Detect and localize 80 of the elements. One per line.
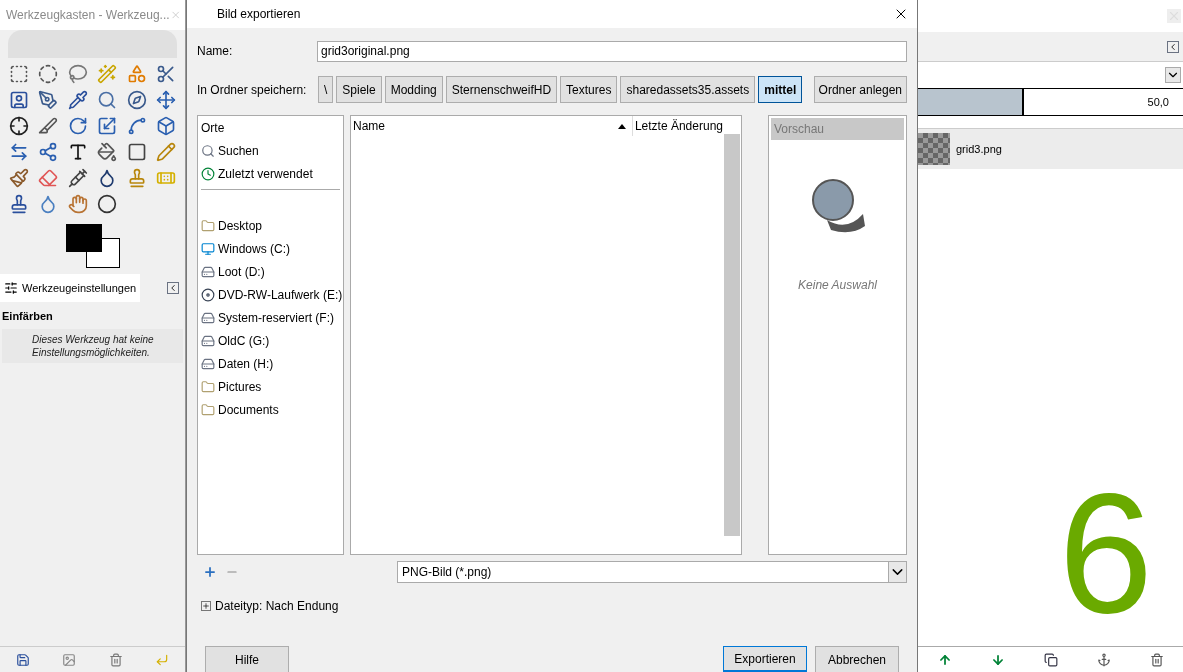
layer-row[interactable]: grid3.png [918, 129, 1183, 169]
rotate-icon[interactable] [67, 116, 88, 136]
tab-menu-icon[interactable] [167, 282, 179, 294]
clock-icon [201, 166, 215, 181]
anchor-icon[interactable] [1096, 652, 1111, 667]
add-icon[interactable] [203, 565, 217, 579]
place-item[interactable]: Desktop [218, 216, 263, 235]
preview-header: Vorschau [771, 118, 904, 140]
sort-arrow-icon [617, 123, 626, 129]
place-item[interactable]: System-reserviert (F:) [218, 308, 334, 327]
file-type-toggle[interactable]: Dateityp: Nach Endung [215, 597, 339, 615]
column-header[interactable]: Name [351, 117, 612, 135]
path-button[interactable]: Spiele [336, 76, 382, 103]
place-item[interactable]: OldC (G:) [218, 331, 270, 350]
expand-icon[interactable] [201, 601, 211, 611]
place-item[interactable]: Zuletzt verwendet [218, 164, 313, 183]
place-item[interactable]: Loot (D:) [218, 262, 265, 281]
column-header[interactable]: Letzte Änderung [632, 117, 723, 135]
path-button[interactable]: mittel [758, 76, 803, 103]
folder-label: In Ordner speichern: [197, 81, 308, 99]
folder-icon [201, 402, 215, 417]
place-item[interactable]: Daten (H:) [218, 354, 274, 373]
ellipse-select-icon[interactable] [38, 64, 59, 84]
zoom-icon[interactable] [97, 90, 118, 110]
opacity-slider[interactable]: 50,0 [918, 88, 1183, 116]
mode-dropdown-icon[interactable] [1165, 67, 1181, 83]
arrow-down-icon[interactable] [990, 652, 1005, 667]
save-icon[interactable] [16, 652, 31, 667]
pipette-icon[interactable] [67, 90, 88, 110]
create-folder-button[interactable]: Ordner anlegen [813, 76, 907, 103]
tool-name: Einfärben [1, 309, 54, 324]
search-icon [201, 143, 215, 158]
dialog-title: Bild exportieren [217, 6, 301, 23]
disc-drive-icon [201, 287, 215, 302]
image-icon[interactable] [62, 652, 77, 667]
pencil-icon[interactable] [156, 142, 177, 162]
pen-icon[interactable] [38, 90, 59, 110]
folder-icon [201, 218, 215, 233]
places-header: Orte [201, 120, 226, 137]
path-button[interactable]: Textures [560, 76, 618, 103]
trash-icon[interactable] [1149, 652, 1164, 667]
place-item[interactable]: Pictures [218, 377, 262, 396]
path-button[interactable]: \ [318, 76, 334, 103]
folder-icon [201, 379, 215, 394]
move-icon[interactable] [156, 90, 177, 110]
place-item[interactable]: Documents [218, 400, 279, 419]
duplicate-icon[interactable] [1043, 652, 1058, 667]
file-type-dropdown[interactable]: PNG-Bild (*.png) [397, 561, 907, 583]
layer-thumbnail [918, 133, 950, 165]
knife-icon[interactable] [38, 116, 59, 136]
place-item[interactable]: Windows (C:) [218, 239, 290, 258]
bucket-icon[interactable] [97, 142, 118, 162]
opacity-value: 50,0 [1147, 94, 1169, 110]
place-item[interactable]: Suchen [218, 141, 259, 160]
preview-message: Keine Auswahl [798, 277, 877, 294]
sliders-icon [4, 281, 18, 295]
color-swatches[interactable] [65, 224, 120, 268]
window-title: Werkzeugkasten - Werkzeug... [6, 7, 170, 24]
step-number: 6 [1058, 468, 1153, 638]
tab-menu-icon[interactable] [1167, 40, 1179, 53]
tool-options-tab[interactable]: Werkzeugeinstellungen [0, 274, 141, 302]
rectangle-select-icon[interactable] [8, 64, 29, 84]
crosshair-icon[interactable] [8, 116, 29, 136]
place-item[interactable]: DVD-RW-Laufwerk (E:) [218, 285, 343, 304]
path-button[interactable]: sharedassets35.assets [620, 76, 756, 103]
eraser-icon[interactable] [38, 168, 59, 188]
dialog-button[interactable]: Abbrechen [815, 646, 899, 672]
path-button[interactable]: Modding [384, 76, 443, 103]
scrollbar[interactable] [724, 134, 740, 536]
name-field[interactable]: grid3original.png [317, 40, 907, 62]
tool-options-message: Dieses Werkzeug hat keine Einstellungsmöglichkeiten. [2, 328, 183, 363]
name-label: Name: [197, 43, 234, 60]
compass-icon[interactable] [126, 90, 147, 110]
trash-icon[interactable] [108, 652, 123, 667]
lasso-icon[interactable] [67, 64, 88, 84]
path-button[interactable]: SternenschweifHD [445, 76, 558, 103]
dialog-button[interactable]: Exportieren [723, 646, 807, 672]
paintbrush-icon[interactable] [8, 168, 29, 188]
dialog-button[interactable]: Hilfe [205, 646, 289, 672]
chevron-down-icon [888, 562, 906, 582]
